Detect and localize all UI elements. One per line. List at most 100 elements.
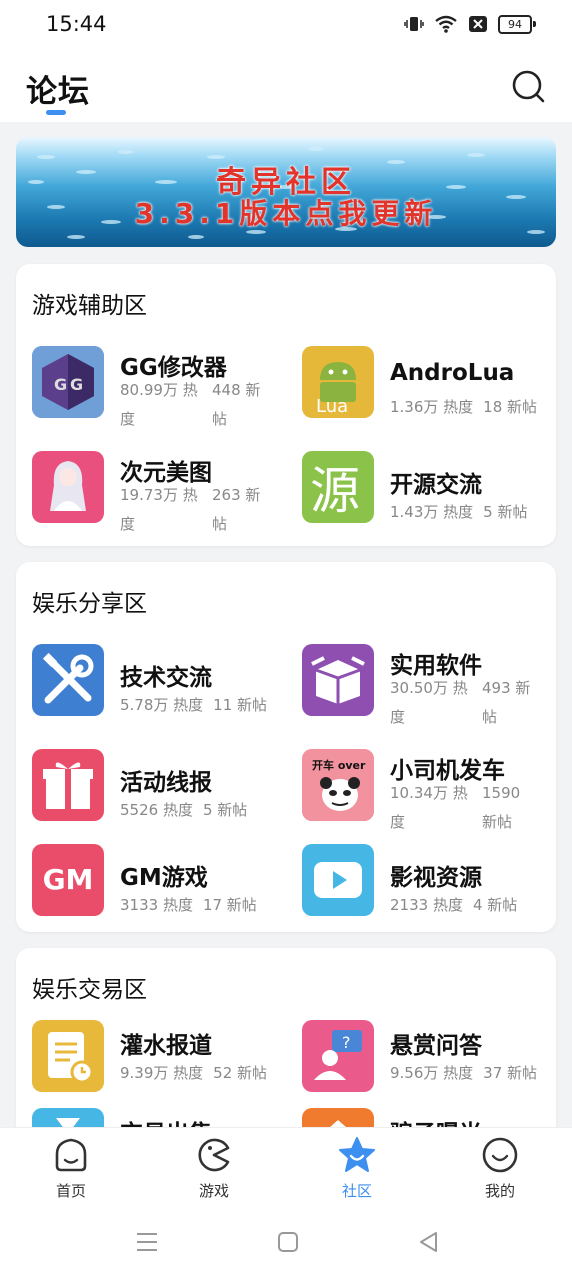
forum-name: 交易出售 — [120, 1114, 212, 1127]
section-title: 游戏辅助区 — [32, 293, 147, 319]
forum-stats: 5526 热度 5 新帖 — [120, 799, 257, 820]
home-icon — [55, 1138, 87, 1172]
profile-smile-icon — [482, 1137, 518, 1173]
forum-item-events[interactable]: 活动线报 5526 热度 5 新帖 — [32, 749, 292, 829]
meme-caption: 开车 over — [312, 759, 366, 772]
home-nav-icon[interactable] — [275, 1229, 301, 1255]
title-indicator — [46, 110, 66, 115]
post-count: 5 新帖 — [202, 801, 248, 819]
gift-icon — [32, 749, 104, 821]
post-count: 52 新帖 — [213, 1064, 268, 1082]
forum-stats: 9.39万 热度 52 新帖 — [120, 1062, 277, 1083]
post-count: 493 新帖 — [482, 679, 531, 726]
forum-item-open-source[interactable]: 源 开源交流 1.43万 热度 5 新帖 — [302, 451, 562, 531]
system-nav-bar — [0, 1205, 572, 1280]
heat-count: 5526 热度 — [120, 801, 193, 819]
forum-item-anime-art[interactable]: 次元美图 19.73万 热度 263 新帖 — [32, 451, 292, 533]
hourglass-icon — [32, 1108, 104, 1127]
forum-item-trade[interactable]: 交易出售 — [32, 1108, 292, 1127]
battery-icon: 94 — [498, 14, 536, 34]
forum-item-androlua[interactable]: Lua AndroLua 1.36万 热度 18 新帖 — [302, 346, 562, 426]
search-icon[interactable] — [512, 70, 546, 104]
gm-icon-text: GM — [42, 863, 94, 896]
section-entertainment-share: 娱乐分享区 技术交流 5.78万 热度 11 新帖 实用软件 30.50万 热度… — [16, 562, 556, 932]
menu-nav-icon[interactable] — [134, 1229, 160, 1255]
forum-stats: 5.78万 热度 11 新帖 — [120, 694, 277, 715]
house-icon — [302, 1108, 374, 1127]
tab-label: 我的 — [484, 1182, 515, 1200]
post-count: 37 新帖 — [483, 1064, 538, 1082]
forum-name: AndroLua — [390, 360, 515, 386]
question-user-icon: ? — [302, 1020, 374, 1092]
forum-name: 骗子曝光 — [390, 1114, 482, 1127]
post-count: 5 新帖 — [483, 503, 528, 521]
community-star-icon — [339, 1137, 375, 1172]
forum-item-qa[interactable]: ? 悬赏问答 9.56万 热度 37 新帖 — [302, 1020, 562, 1100]
tab-community[interactable]: 社区 — [307, 1136, 407, 1201]
bottom-tab-bar: 首页 游戏 社区 我的 — [0, 1127, 572, 1206]
heat-count: 9.56万 热度 — [390, 1064, 474, 1082]
heat-count: 3133 热度 — [120, 896, 193, 914]
back-nav-icon[interactable] — [416, 1229, 442, 1255]
heat-count: 10.34万 热度 — [390, 784, 468, 831]
wifi-icon — [435, 15, 457, 33]
svg-text:?: ? — [342, 1033, 351, 1052]
tab-label: 社区 — [341, 1182, 372, 1200]
forum-item-tech[interactable]: 技术交流 5.78万 热度 11 新帖 — [32, 644, 292, 724]
forum-name: 技术交流 — [120, 665, 212, 691]
forum-stats: 9.56万 热度 37 新帖 — [390, 1062, 547, 1083]
forum-name: 开源交流 — [390, 472, 482, 498]
heat-count: 5.78万 热度 — [120, 696, 204, 714]
page-header: 论坛 — [0, 50, 572, 122]
heat-count: 2133 热度 — [390, 896, 463, 914]
play-icon — [302, 844, 374, 916]
post-count: 1590 新帖 — [482, 784, 521, 831]
forum-name: 灌水报道 — [120, 1033, 212, 1059]
tab-home[interactable]: 首页 — [21, 1136, 121, 1201]
game-icon — [198, 1138, 230, 1172]
forum-item-software[interactable]: 实用软件 30.50万 热度 493 新帖 — [302, 644, 562, 726]
post-count: 448 新帖 — [212, 381, 261, 428]
section-title: 娱乐分享区 — [32, 591, 147, 617]
forum-item-video[interactable]: 影视资源 2133 热度 4 新帖 — [302, 844, 562, 924]
tab-label: 首页 — [55, 1182, 86, 1200]
svg-text:源: 源 — [310, 462, 360, 520]
gg-modifier-icon: G G — [32, 346, 104, 418]
forum-stats: 1.36万 热度 18 新帖 — [390, 396, 547, 417]
status-time: 15:44 — [46, 12, 107, 36]
tab-games[interactable]: 游戏 — [164, 1136, 264, 1201]
post-count: 18 新帖 — [483, 398, 538, 416]
forum-item-gm-games[interactable]: GM GM游戏 3133 热度 17 新帖 — [32, 844, 292, 924]
forum-stats: 2133 热度 4 新帖 — [390, 894, 527, 915]
vibrate-icon — [404, 17, 424, 31]
forum-item-chat[interactable]: 灌水报道 9.39万 热度 52 新帖 — [32, 1020, 292, 1100]
note-clock-icon — [32, 1020, 104, 1092]
androlua-icon: Lua — [302, 346, 374, 418]
heat-count: 30.50万 热度 — [390, 679, 468, 726]
post-count: 263 新帖 — [212, 486, 261, 533]
forum-name: 活动线报 — [120, 770, 212, 796]
heat-count: 1.36万 热度 — [390, 398, 474, 416]
forum-item-driver[interactable]: 开车 over 小司机发车 10.34万 热度 1590 新帖 — [302, 749, 562, 831]
post-count: 17 新帖 — [202, 896, 257, 914]
forum-item-scam-report[interactable]: 骗子曝光 — [302, 1108, 562, 1127]
status-icons: 94 — [404, 14, 536, 34]
anime-art-icon — [32, 451, 104, 523]
gm-icon: GM — [32, 844, 104, 916]
forum-content[interactable]: 奇异社区 3.3.1版本点我更新 游戏辅助区 G G GG修改器 80.99万 … — [0, 122, 572, 1127]
forum-name: GM游戏 — [120, 865, 208, 891]
box-icon — [302, 644, 374, 716]
post-count: 4 新帖 — [472, 896, 518, 914]
update-banner[interactable]: 奇异社区 3.3.1版本点我更新 — [16, 137, 556, 247]
panda-meme-icon: 开车 over — [302, 749, 374, 821]
forum-stats: 3133 热度 17 新帖 — [120, 894, 267, 915]
battery-level: 94 — [498, 14, 532, 34]
section-game-assist: 游戏辅助区 G G GG修改器 80.99万 热度 448 新帖 Lua And… — [16, 264, 556, 546]
svg-text:G: G — [54, 375, 67, 394]
tab-profile[interactable]: 我的 — [450, 1136, 550, 1201]
heat-count: 19.73万 热度 — [120, 486, 198, 533]
forum-name: 影视资源 — [390, 865, 482, 891]
heat-count: 9.39万 热度 — [120, 1064, 204, 1082]
tab-label: 游戏 — [198, 1182, 229, 1200]
forum-item-gg[interactable]: G G GG修改器 80.99万 热度 448 新帖 — [32, 346, 292, 428]
